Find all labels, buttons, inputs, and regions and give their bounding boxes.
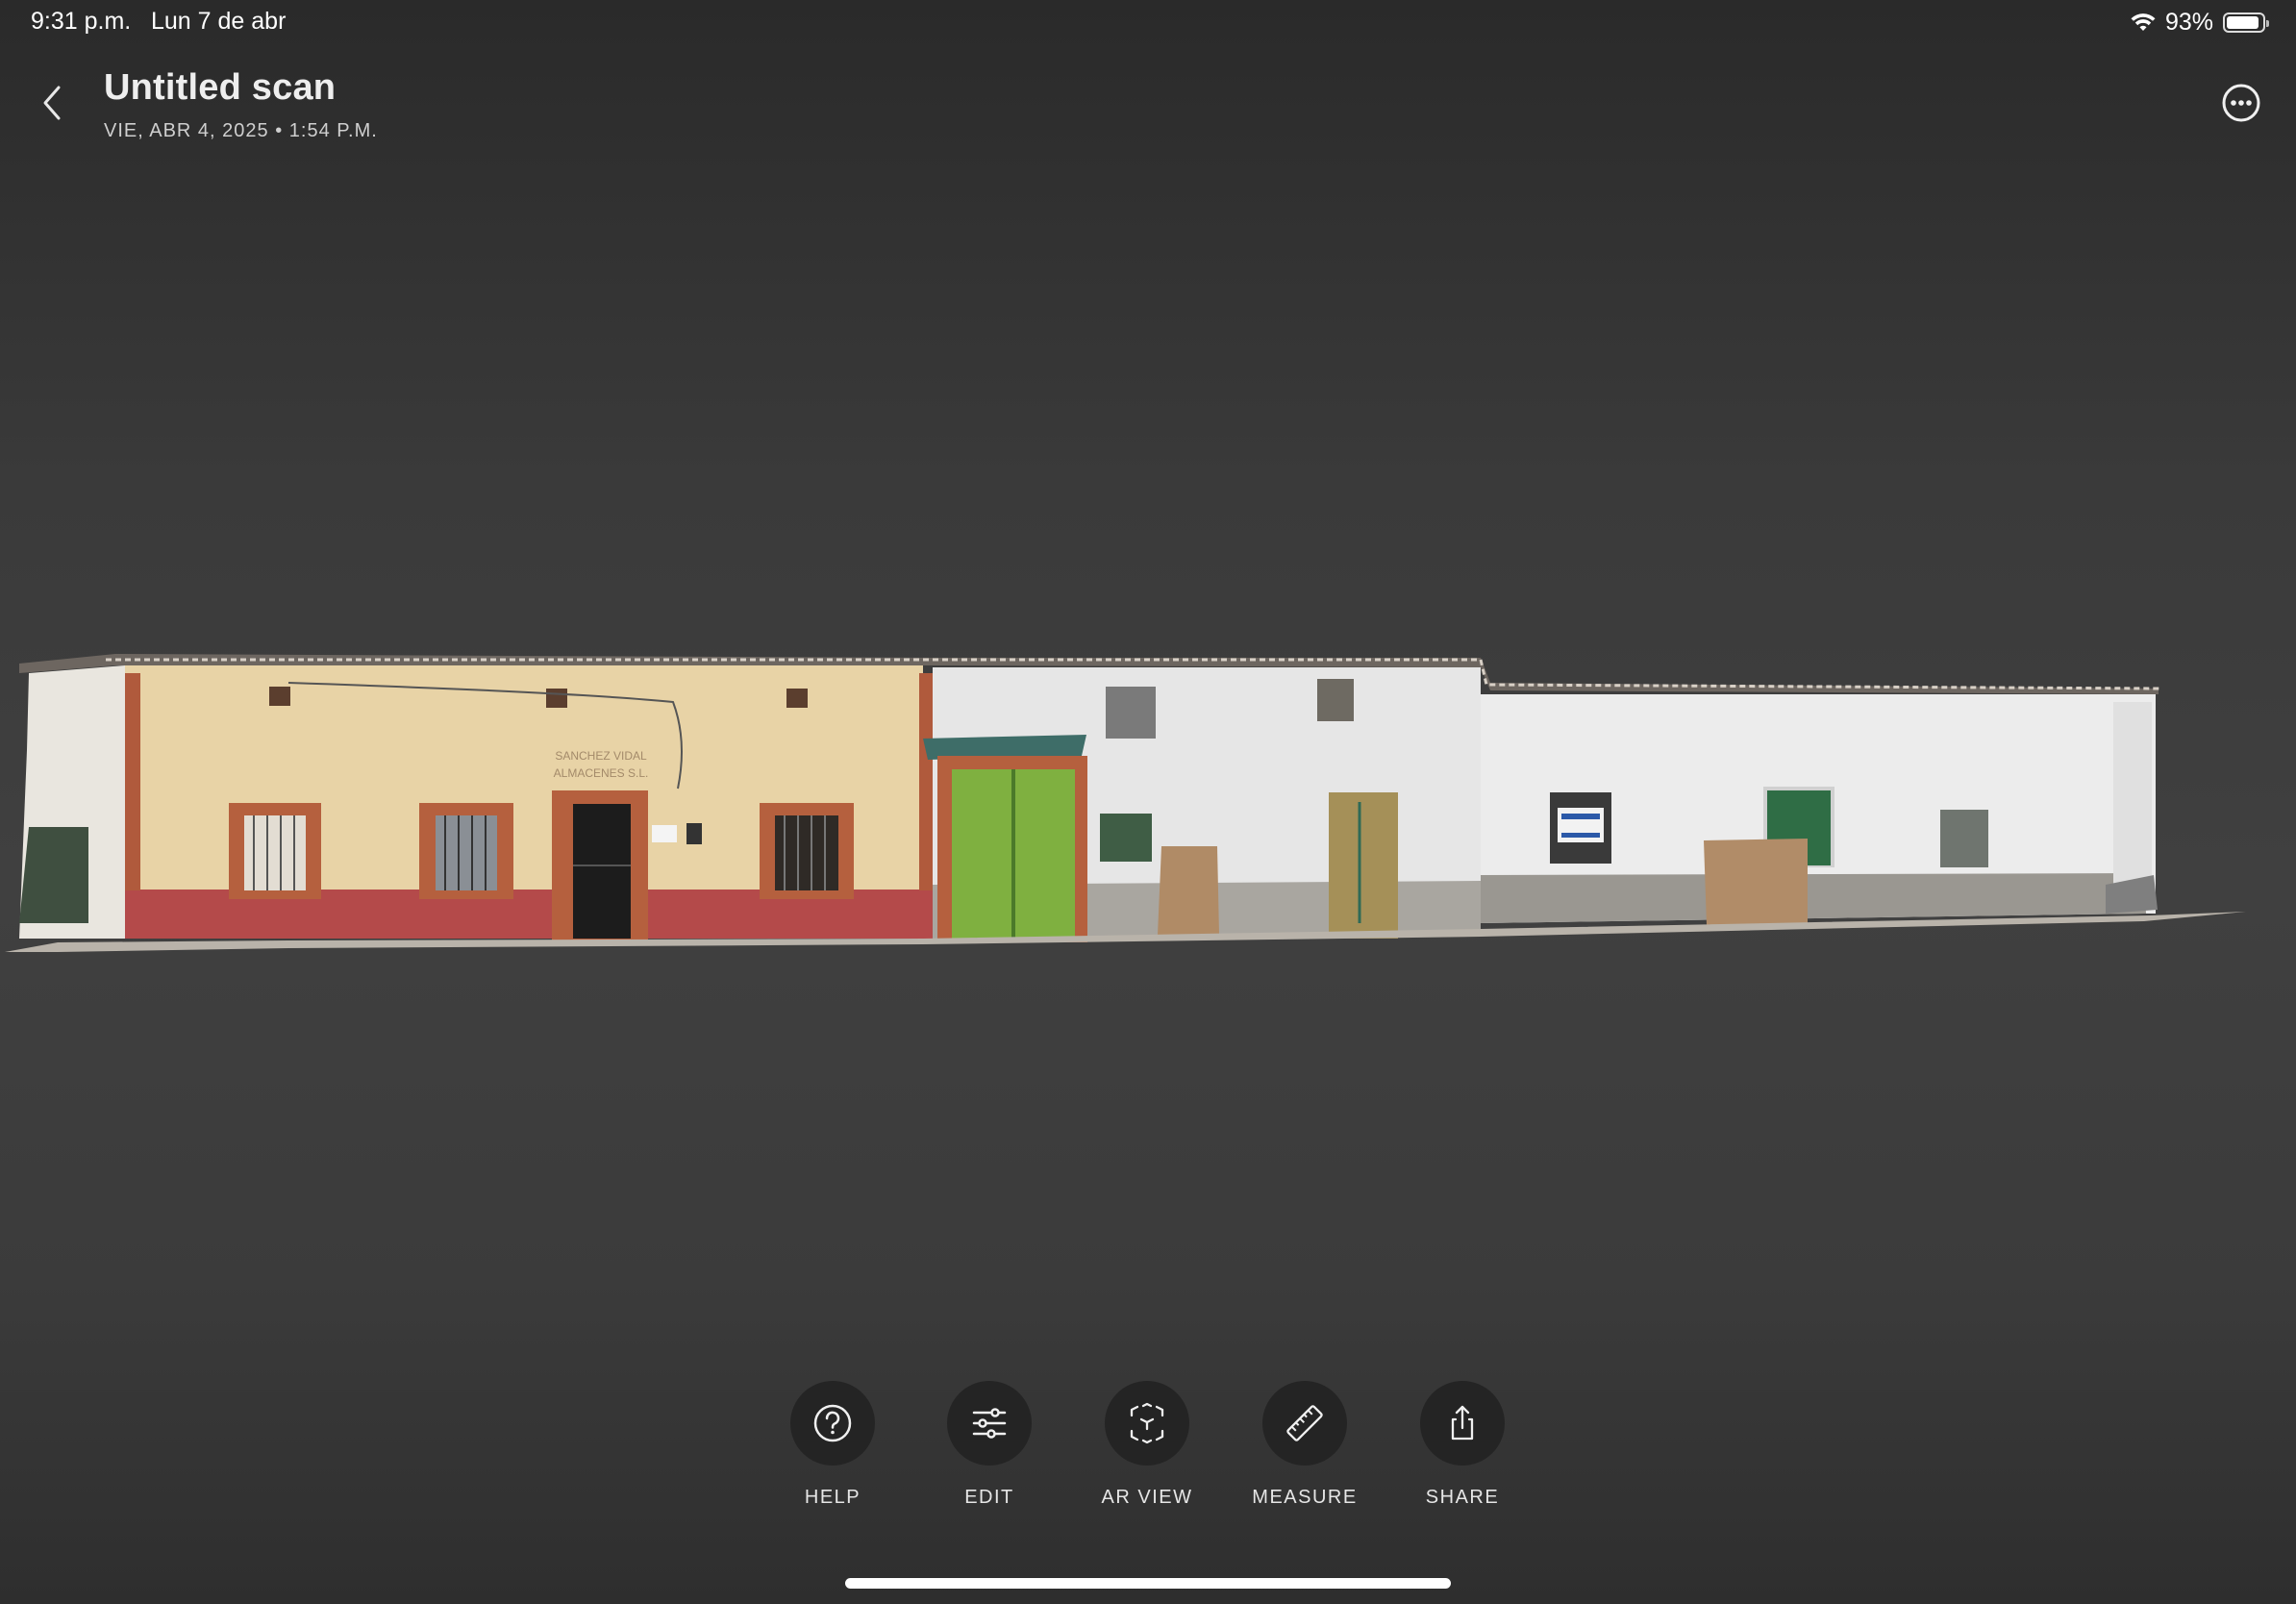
ar-view-label: AR VIEW (1101, 1487, 1193, 1508)
scan-model: SANCHEZ VIDAL ALMACENES S.L. (5, 654, 2246, 952)
status-bar: 9:31 p.m. Lun 7 de abr 93% (0, 0, 2296, 46)
battery-percent: 93% (2164, 9, 2213, 36)
edit-button-circle[interactable] (947, 1381, 1032, 1466)
window (419, 803, 513, 899)
edit-button[interactable]: EDIT (912, 1381, 1066, 1509)
ar-view-button-circle[interactable] (1105, 1381, 1189, 1466)
share-icon (1451, 1405, 1474, 1441)
wall-sign-line1: SANCHEZ VIDAL (555, 749, 647, 763)
wifi-icon (2131, 13, 2156, 31)
bottom-toolbar: HELP EDIT AR VIEW MEASURE SHARE (0, 1381, 2296, 1516)
door (552, 790, 648, 940)
home-indicator[interactable] (845, 1578, 1451, 1589)
window (229, 803, 321, 899)
scan-viewport[interactable]: SANCHEZ VIDAL ALMACENES S.L. (0, 635, 2296, 962)
share-label: SHARE (1425, 1487, 1500, 1508)
question-circle-icon (813, 1404, 852, 1442)
page-title: Untitled scan (104, 67, 337, 108)
status-time: 9:31 p.m. (31, 8, 132, 35)
window (760, 803, 854, 899)
help-label: HELP (804, 1487, 861, 1508)
ar-cube-icon (1130, 1402, 1164, 1444)
share-button-circle[interactable] (1420, 1381, 1505, 1466)
measure-button[interactable]: MEASURE (1228, 1381, 1382, 1509)
more-options-button[interactable] (2221, 83, 2261, 123)
ruler-icon (1286, 1405, 1323, 1441)
status-date: Lun 7 de abr (151, 8, 287, 35)
wall-sign-line2: ALMACENES S.L. (554, 766, 649, 780)
measure-button-circle[interactable] (1262, 1381, 1347, 1466)
sliders-icon (972, 1408, 1007, 1439)
measure-label: MEASURE (1252, 1487, 1358, 1508)
help-button[interactable]: HELP (756, 1381, 910, 1509)
back-button[interactable] (33, 79, 71, 127)
ellipsis-circle-icon (2222, 84, 2260, 122)
battery-icon (2223, 13, 2269, 33)
chevron-left-icon (43, 86, 61, 120)
status-indicators: 93% (2131, 9, 2269, 37)
title-block: Untitled scan VIE, ABR 4, 2025 • 1:54 P.… (104, 67, 378, 142)
edit-label: EDIT (964, 1487, 1014, 1508)
battery-fill (2227, 16, 2259, 29)
scan-timestamp: VIE, ABR 4, 2025 • 1:54 P.M. (104, 120, 378, 141)
ar-view-button[interactable]: AR VIEW (1070, 1381, 1224, 1509)
share-button[interactable]: SHARE (1385, 1381, 1539, 1509)
help-button-circle[interactable] (790, 1381, 875, 1466)
battery-tip (2266, 20, 2269, 27)
